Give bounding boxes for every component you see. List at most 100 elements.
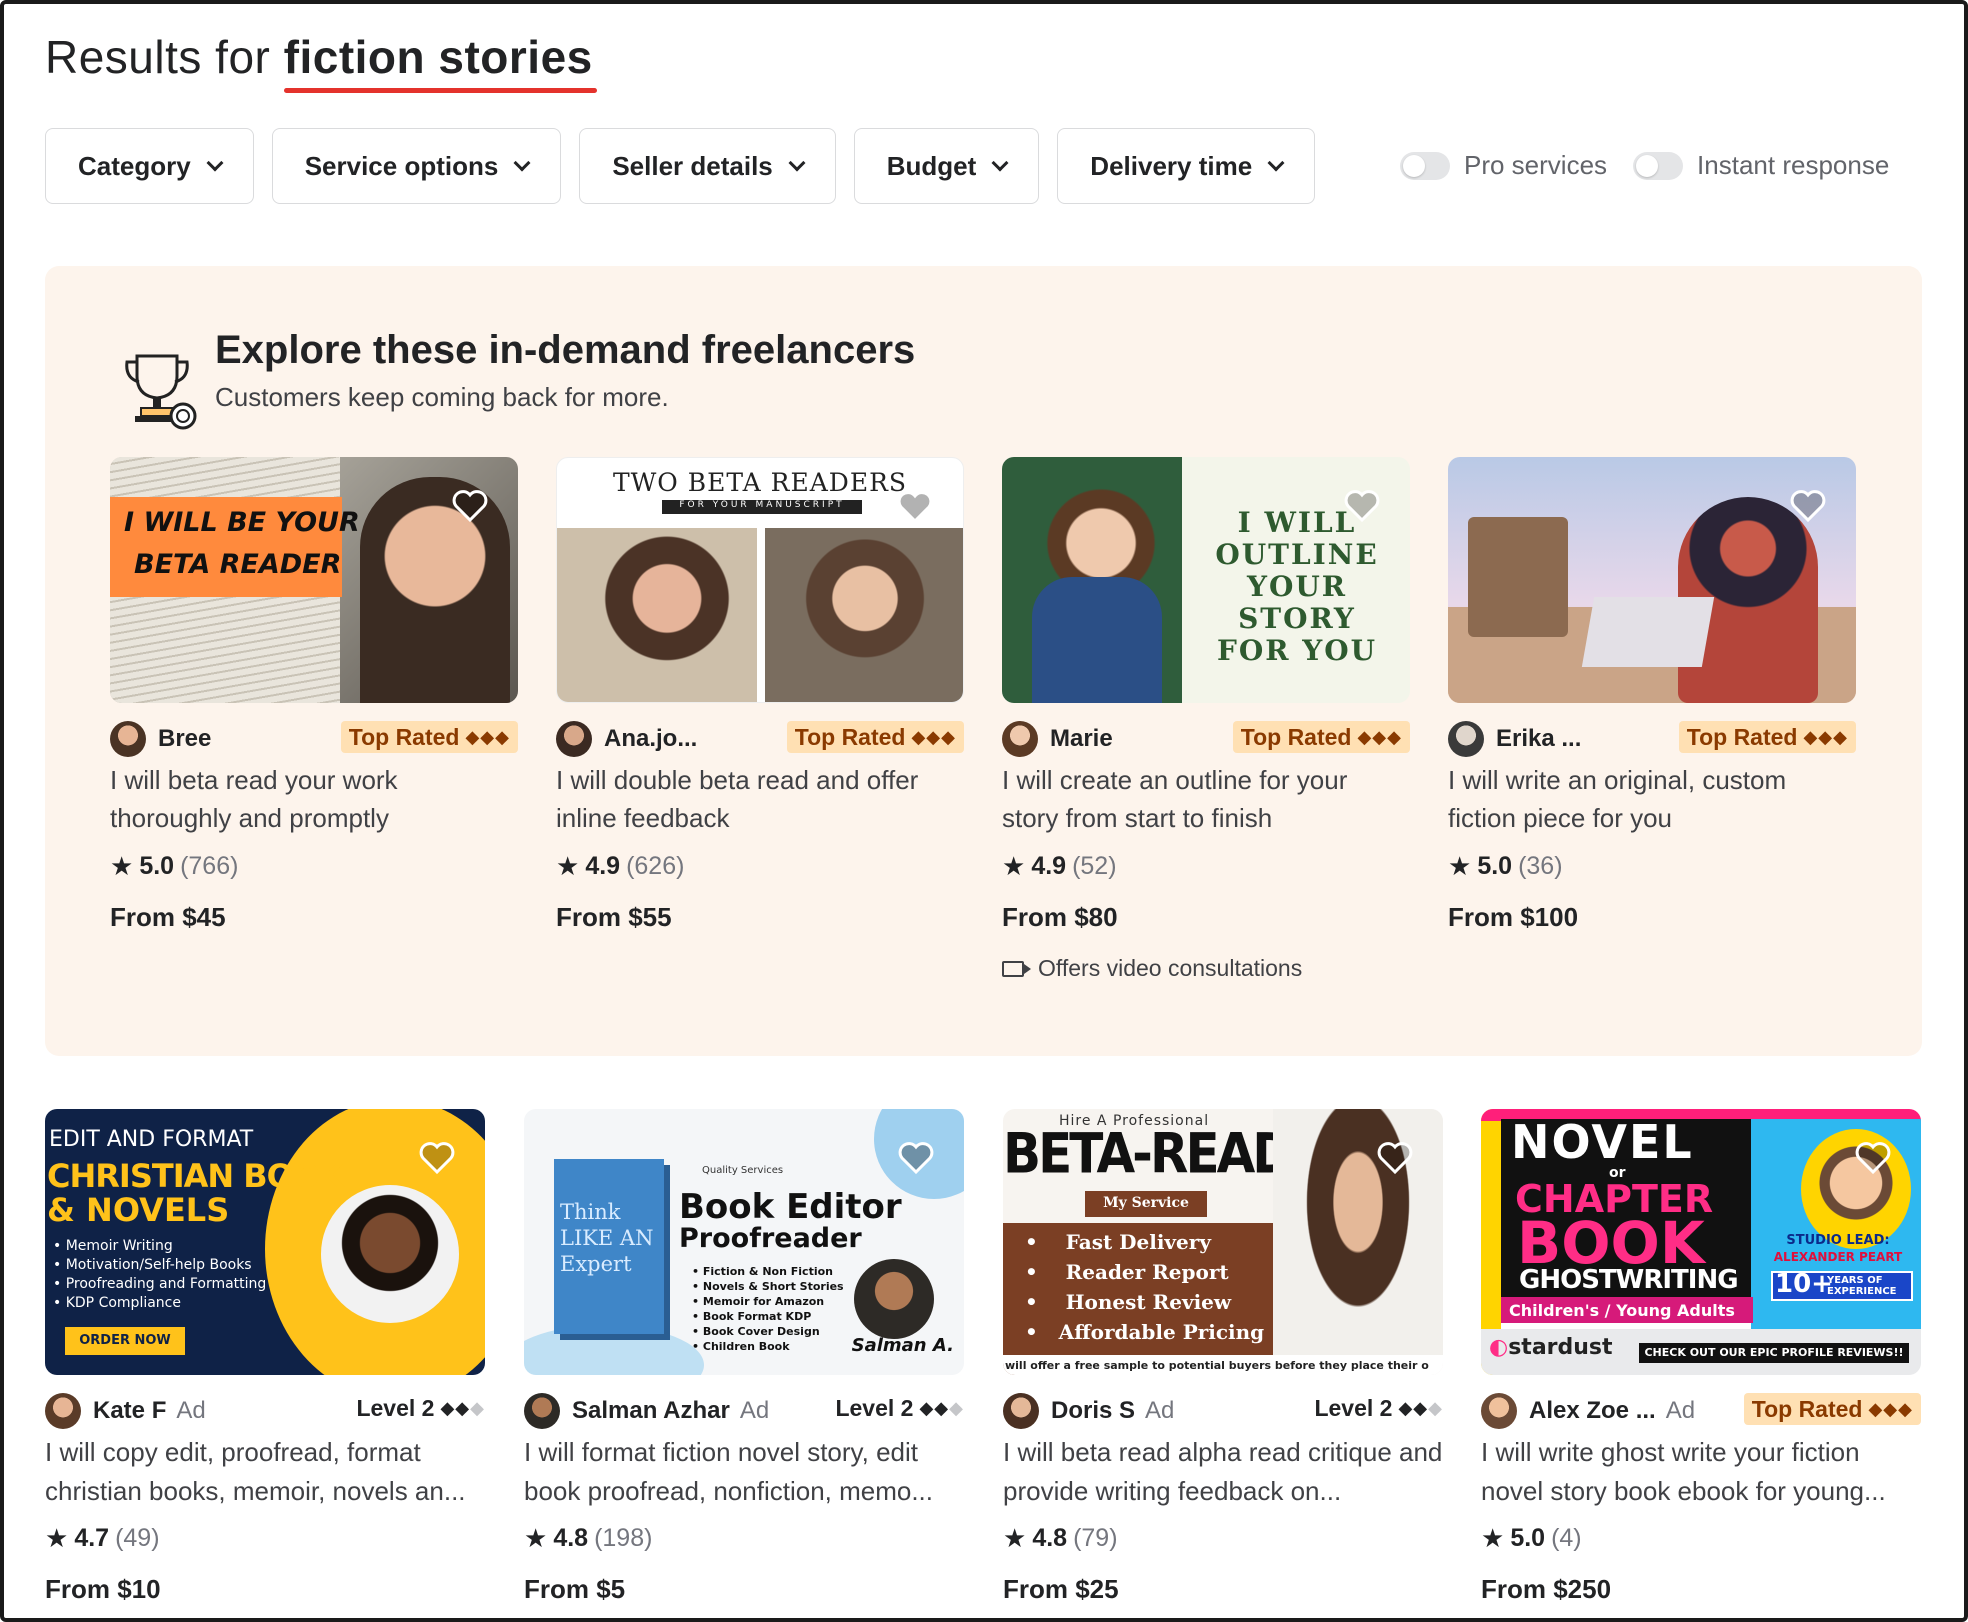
avatar[interactable] [1448,721,1484,757]
price: From $250 [1481,1574,1612,1604]
avatar[interactable] [1002,721,1038,757]
level-badge: Level 2 ◆◆ ◆ [356,1395,485,1421]
ad-label: Ad [1145,1397,1175,1424]
rating: ★ 4.7 (49) [45,1523,160,1553]
gig-thumbnail[interactable] [1448,457,1856,703]
avatar[interactable] [556,721,592,757]
avatar[interactable] [1481,1393,1517,1429]
filter-delivery-time[interactable]: Delivery time [1057,128,1316,204]
seller-name[interactable]: Marie [1050,725,1113,753]
diamond-icon: ◆◆ [1398,1398,1429,1418]
seller-row: Kate F Ad Level 2 ◆◆ ◆ [45,1393,485,1429]
gig-card[interactable]: TWO BETA READERS FOR YOUR MANUSCRIPT Ana… [556,457,964,933]
price: From $100 [1448,902,1579,932]
avatar[interactable] [110,721,146,757]
seller-row: Salman Azhar Ad Level 2 ◆◆ ◆ [524,1393,964,1429]
gig-title[interactable]: I will copy edit, proofread, format chri… [45,1433,485,1509]
filter-budget[interactable]: Budget [853,128,1040,204]
seller-name[interactable]: Doris S [1051,1397,1135,1425]
rating: ★ 5.0 (36) [1448,851,1563,881]
pro-services-toggle[interactable] [1400,151,1450,180]
rating: ★ 4.9 (52) [1002,851,1117,881]
instant-response-label: Instant response [1697,150,1890,180]
gig-thumbnail[interactable]: Think LIKE AN Expert Quality Services Bo… [524,1109,964,1375]
instant-response-toggle[interactable] [1633,151,1684,180]
star-icon: ★ [1448,851,1472,881]
gig-card[interactable]: NOVEL or CHAPTER BOOK GHOSTWRITING Child… [1481,1109,1921,1605]
heart-icon[interactable] [417,1137,457,1177]
heart-icon[interactable] [1853,1137,1893,1177]
diamond-icon: ◆◆◆ [911,726,956,747]
price: From $80 [1002,902,1118,932]
seller-name[interactable]: Salman Azhar [572,1397,730,1425]
seller-name[interactable]: Kate F [93,1397,166,1425]
gig-title[interactable]: I will create an outline for your story … [1002,761,1410,837]
price: From $5 [524,1574,626,1604]
chevron-down-icon [788,154,806,172]
avatar[interactable] [524,1393,560,1429]
star-icon: ★ [1481,1523,1505,1553]
avatar[interactable] [1003,1393,1039,1429]
section-subtitle: Customers keep coming back for more. [215,382,669,412]
filter-bar: Category Service options Seller details … [45,128,1316,204]
gig-thumbnail[interactable]: TWO BETA READERS FOR YOUR MANUSCRIPT [556,457,964,703]
filter-seller-details[interactable]: Seller details [579,128,836,204]
gig-card[interactable]: Think LIKE AN Expert Quality Services Bo… [524,1109,964,1605]
gig-title[interactable]: I will beta read your work thoroughly an… [110,761,518,837]
filter-service-options[interactable]: Service options [271,128,562,204]
gig-thumbnail[interactable]: NOVEL or CHAPTER BOOK GHOSTWRITING Child… [1481,1109,1921,1375]
gig-card[interactable]: Hire A Professional BETA-READER My Servi… [1003,1109,1443,1605]
seller-name[interactable]: Bree [158,725,211,753]
chevron-down-icon [1267,154,1285,172]
seller-row: Erika ... Top Rated ◆◆◆ [1448,721,1856,757]
chevron-down-icon [991,154,1009,172]
heart-icon[interactable] [1788,485,1828,525]
gig-title[interactable]: I will beta read alpha read critique and… [1003,1433,1443,1509]
heart-icon[interactable] [896,1137,936,1177]
heart-icon[interactable] [1375,1137,1415,1177]
seller-name[interactable]: Erika ... [1496,725,1581,753]
video-camera-icon [1002,960,1031,977]
price: From $55 [556,902,672,932]
video-consultation-note: Offers video consultations [1002,955,1410,982]
gig-thumbnail[interactable]: Hire A Professional BETA-READER My Servi… [1003,1109,1443,1375]
top-rated-badge: Top Rated ◆◆◆ [1232,721,1410,753]
gig-card[interactable]: Erika ... Top Rated ◆◆◆ I will write an o… [1448,457,1856,933]
gig-title[interactable]: I will format fiction novel story, edit … [524,1433,964,1509]
gig-title[interactable]: I will write ghost write your fiction no… [1481,1433,1921,1509]
level-badge: Level 2 ◆◆ ◆ [1314,1395,1443,1421]
gig-thumbnail[interactable]: I WILL OUTLINE YOUR STORY FOR YOU [1002,457,1410,703]
chevron-down-icon [206,154,224,172]
heart-icon[interactable] [1342,485,1382,525]
seller-row: Bree Top Rated ◆◆◆ [110,721,518,757]
heart-icon[interactable] [895,486,935,526]
top-rated-badge: Top Rated ◆◆◆ [1678,721,1856,753]
star-icon: ★ [1003,1523,1027,1553]
gig-title[interactable]: I will write an original, custom fiction… [1448,761,1856,837]
gig-thumbnail[interactable]: I WILL BE YOUR BETA READER [110,457,518,703]
stardust-logo-icon: ◐ [1489,1335,1509,1360]
seller-row: Doris S Ad Level 2 ◆◆ ◆ [1003,1393,1443,1429]
seller-name[interactable]: Ana.jo... [604,725,697,753]
seller-name[interactable]: Alex Zoe ... [1529,1397,1656,1425]
top-rated-badge: Top Rated ◆◆◆ [786,721,964,753]
gig-thumbnail[interactable]: EDIT AND FORMAT CHRISTIAN BOOK & NOVELS … [45,1109,485,1375]
heart-icon[interactable] [450,485,490,525]
filter-category[interactable]: Category [45,128,254,204]
diamond-icon: ◆◆◆ [465,726,510,747]
gig-card[interactable]: I WILL BE YOUR BETA READER Bree Top Rate… [110,457,518,933]
ad-label: Ad [1665,1397,1696,1424]
rating: ★ 4.8 (198) [524,1523,653,1553]
gig-card[interactable]: I WILL OUTLINE YOUR STORY FOR YOU Marie … [1002,457,1410,982]
trophy-icon [125,354,197,430]
chevron-down-icon [513,154,531,172]
avatar[interactable] [45,1393,81,1429]
gig-title[interactable]: I will double beta read and offer inline… [556,761,964,837]
seller-row: Alex Zoe ... Ad Top Rated ◆◆◆ [1481,1393,1921,1429]
page-title: Results for fiction stories [45,30,593,84]
gig-card[interactable]: EDIT AND FORMAT CHRISTIAN BOOK & NOVELS … [45,1109,485,1605]
search-query: fiction stories [283,31,593,83]
star-icon: ★ [524,1523,548,1553]
results-prefix: Results for [45,31,271,83]
diamond-icon: ◆◆ [440,1398,471,1418]
